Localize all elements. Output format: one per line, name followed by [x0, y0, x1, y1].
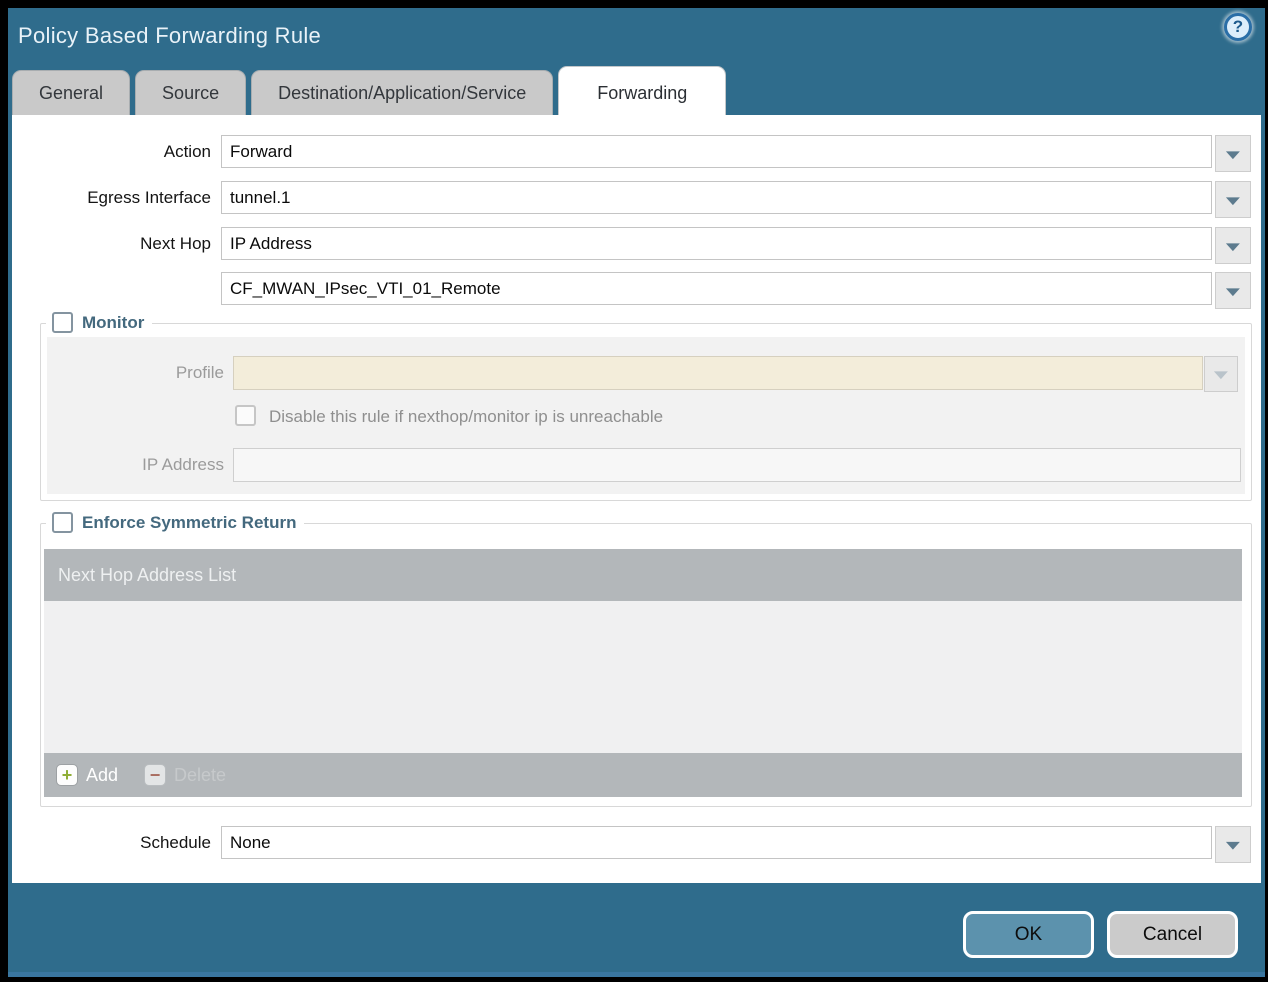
chevron-down-icon: ▼ — [1209, 366, 1233, 382]
action-dropdown-button[interactable]: ▼ — [1215, 135, 1251, 172]
dialog-footer: OK Cancel — [8, 883, 1265, 972]
next-hop-type-select[interactable]: IP Address — [221, 227, 1212, 260]
enforce-symmetric-return-legend-label: Enforce Symmetric Return — [82, 512, 297, 532]
next-hop-label: Next Hop — [140, 234, 211, 253]
monitor-fieldset: Monitor Profile ▼ Disable this rule if n… — [40, 312, 1252, 501]
chevron-down-icon: ▼ — [1221, 191, 1245, 208]
chevron-down-icon: ▼ — [1221, 237, 1245, 254]
ip-address-label: IP Address — [142, 455, 224, 474]
next-hop-address-dropdown-button[interactable]: ▼ — [1215, 272, 1251, 309]
delete-button-label: Delete — [174, 764, 227, 785]
policy-based-forwarding-rule-dialog: Policy Based Forwarding Rule ? General S… — [8, 8, 1265, 977]
table-body[interactable] — [44, 601, 1242, 753]
enforce-symmetric-return-fieldset: Enforce Symmetric Return Next Hop Addres… — [40, 512, 1252, 807]
schedule-select[interactable]: None — [221, 826, 1212, 859]
enforce-symmetric-return-legend: Enforce Symmetric Return — [46, 512, 305, 533]
profile-label: Profile — [175, 363, 224, 382]
table-header: Next Hop Address List — [44, 549, 1242, 601]
action-select[interactable]: Forward — [221, 135, 1212, 168]
title-bar: Policy Based Forwarding Rule ? — [8, 8, 1265, 66]
disable-rule-label: Disable this rule if nexthop/monitor ip … — [269, 407, 664, 426]
monitor-legend: Monitor — [46, 312, 153, 333]
next-hop-type-dropdown-button[interactable]: ▼ — [1215, 227, 1251, 264]
cancel-button[interactable]: Cancel — [1107, 911, 1238, 958]
table-toolbar: + Add − Delete — [44, 753, 1242, 797]
chevron-down-icon: ▼ — [1221, 836, 1245, 853]
egress-interface-dropdown-button[interactable]: ▼ — [1215, 181, 1251, 218]
ip-address-input — [233, 448, 1241, 482]
profile-select — [233, 356, 1203, 390]
page-title: Policy Based Forwarding Rule — [18, 23, 322, 48]
enforce-symmetric-return-checkbox[interactable] — [52, 512, 73, 533]
schedule-label: Schedule — [140, 833, 211, 852]
plus-icon: + — [56, 764, 78, 786]
minus-icon: − — [144, 764, 167, 786]
next-hop-address-select[interactable]: CF_MWAN_IPsec_VTI_01_Remote — [221, 272, 1212, 305]
tab-destination-application-service[interactable]: Destination/Application/Service — [251, 70, 554, 115]
delete-button: − Delete — [144, 764, 226, 786]
disable-rule-checkbox — [235, 405, 256, 426]
schedule-dropdown-button[interactable]: ▼ — [1215, 826, 1251, 863]
chevron-down-icon: ▼ — [1221, 145, 1245, 162]
monitor-legend-label: Monitor — [82, 312, 145, 332]
egress-interface-select[interactable]: tunnel.1 — [221, 181, 1212, 214]
profile-dropdown-button: ▼ — [1204, 356, 1238, 392]
bottom-edge-strip — [8, 972, 1265, 977]
tab-source[interactable]: Source — [135, 70, 247, 115]
help-icon[interactable]: ? — [1224, 13, 1252, 41]
tab-general[interactable]: General — [12, 70, 131, 115]
add-button-label: Add — [86, 764, 119, 785]
ok-button[interactable]: OK — [963, 911, 1094, 958]
forwarding-tab-panel: Action Forward ▼ Egress Interface tunnel… — [12, 115, 1261, 883]
chevron-down-icon: ▼ — [1221, 282, 1245, 299]
egress-interface-label: Egress Interface — [87, 188, 211, 207]
monitor-checkbox[interactable] — [52, 312, 73, 333]
add-button[interactable]: + Add — [56, 764, 118, 786]
action-label: Action — [163, 142, 211, 161]
tab-forwarding[interactable]: Forwarding — [558, 66, 727, 115]
tab-bar: General Source Destination/Application/S… — [8, 66, 1265, 115]
next-hop-address-list-table: Next Hop Address List + Add − Delete — [44, 549, 1242, 797]
